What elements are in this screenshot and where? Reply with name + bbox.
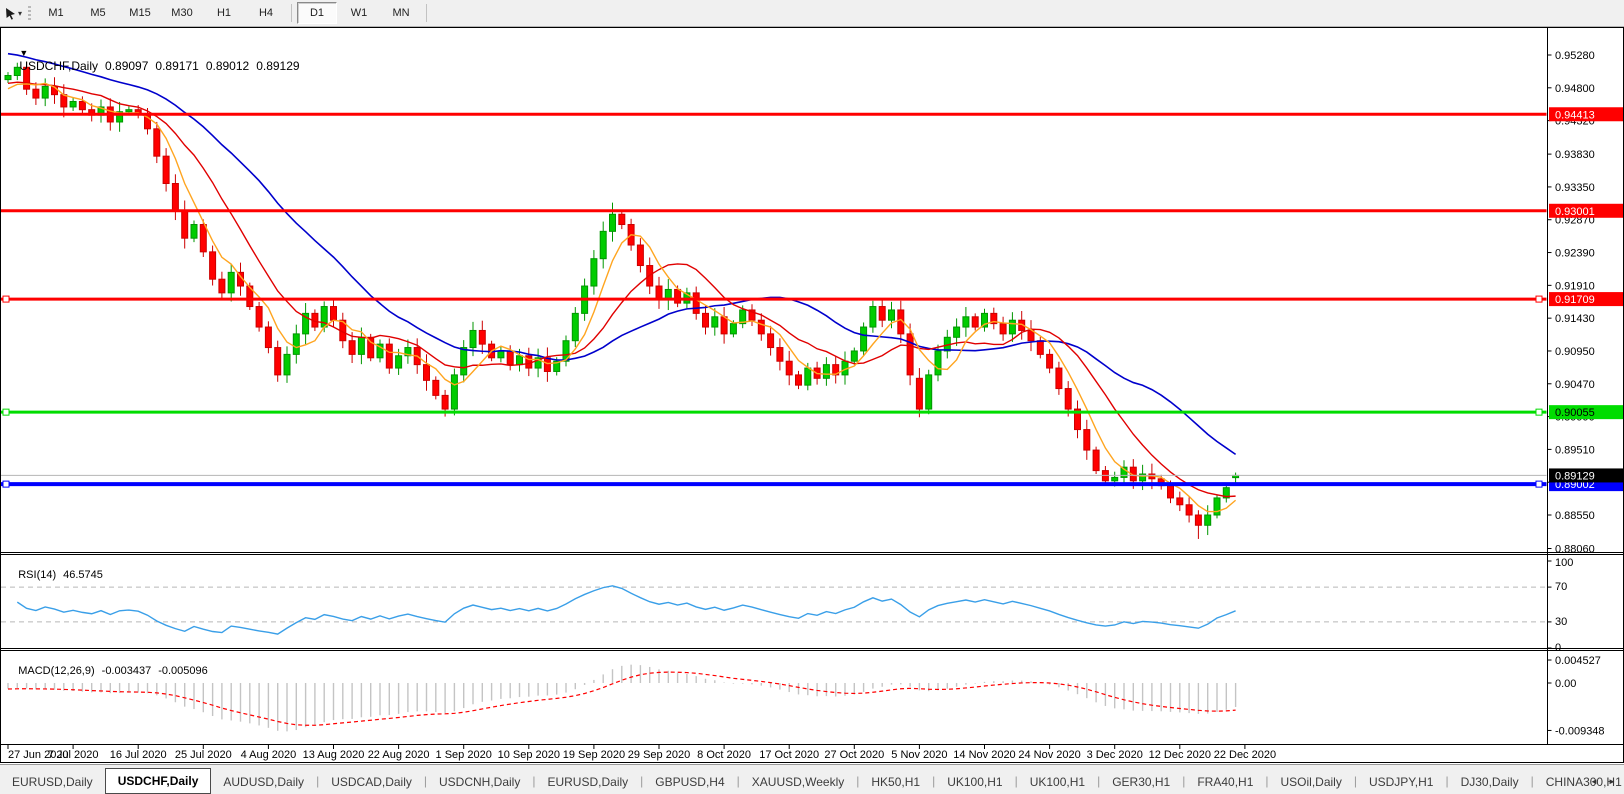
svg-text:0.93001: 0.93001 <box>1555 206 1595 218</box>
chart-tab-bar: EURUSD,DailyUSDCHF,DailyAUDUSD,Daily|USD… <box>0 764 1624 794</box>
ohlc-open: 0.89097 <box>105 59 148 73</box>
chart-tab-usdjpy-h1[interactable]: USDJPY,H1 <box>1357 771 1445 793</box>
hline-handle[interactable] <box>3 409 9 415</box>
svg-text:3 Dec 2020: 3 Dec 2020 <box>1087 749 1143 761</box>
chart-tab-audusd-daily[interactable]: AUDUSD,Daily <box>211 771 316 793</box>
svg-text:0.88060: 0.88060 <box>1555 544 1595 556</box>
chart-tab-dj30-daily[interactable]: DJ30,Daily <box>1449 771 1531 793</box>
svg-text:0.90950: 0.90950 <box>1555 346 1595 358</box>
chart-tab-uk100-h1[interactable]: UK100,H1 <box>1018 771 1097 793</box>
chart-svg[interactable]: 0.952800.948000.943200.938300.933500.928… <box>0 0 1624 794</box>
macd-name: MACD(12,26,9) <box>18 665 94 677</box>
tab-scroll-right-button[interactable]: ► <box>1604 773 1620 789</box>
svg-text:7 Jul 2020: 7 Jul 2020 <box>48 749 99 761</box>
hline-handle[interactable] <box>1536 409 1542 415</box>
rsi-indicator-label: RSI(14) 46.5745 <box>6 557 103 593</box>
svg-text:25 Jul 2020: 25 Jul 2020 <box>175 749 232 761</box>
svg-text:0.93830: 0.93830 <box>1555 149 1595 161</box>
svg-text:17 Oct 2020: 17 Oct 2020 <box>759 749 819 761</box>
chart-tab-gbpusd-h4[interactable]: GBPUSD,H4 <box>643 771 736 793</box>
rsi-value: 46.5745 <box>63 569 103 581</box>
svg-text:24 Nov 2020: 24 Nov 2020 <box>1018 749 1080 761</box>
svg-text:0.90470: 0.90470 <box>1555 379 1595 391</box>
svg-text:100: 100 <box>1555 557 1573 569</box>
svg-text:19 Sep 2020: 19 Sep 2020 <box>563 749 625 761</box>
tab-scroll-left-button[interactable]: ◄ <box>1586 773 1602 789</box>
chart-title-symbol: USDCHF,Daily <box>19 59 98 73</box>
svg-text:0: 0 <box>1555 642 1561 654</box>
scroll-left-icon: ◄ <box>1590 777 1598 786</box>
scroll-right-icon: ► <box>1608 777 1616 786</box>
mt4-window: ▾ M1M5M15M30H1H4D1W1MN 0.952800.948000.9… <box>0 0 1624 794</box>
svg-text:0.004527: 0.004527 <box>1555 655 1601 667</box>
ohlc-low: 0.89012 <box>206 59 249 73</box>
svg-text:0.91910: 0.91910 <box>1555 280 1595 292</box>
chart-tab-eurusd-daily[interactable]: EURUSD,Daily <box>535 771 640 793</box>
macd-signal-value: -0.005096 <box>158 665 208 677</box>
svg-text:70: 70 <box>1555 581 1567 593</box>
chart-tab-fra40-h1[interactable]: FRA40,H1 <box>1185 771 1265 793</box>
svg-text:0.88550: 0.88550 <box>1555 510 1595 522</box>
macd-value: -0.003437 <box>102 665 152 677</box>
svg-text:13 Aug 2020: 13 Aug 2020 <box>303 749 365 761</box>
svg-text:0.90055: 0.90055 <box>1555 407 1595 419</box>
hline-handle[interactable] <box>1536 296 1542 302</box>
chart-tab-xauusd-weekly[interactable]: XAUUSD,Weekly <box>740 771 856 793</box>
svg-text:0.94800: 0.94800 <box>1555 83 1595 95</box>
svg-text:30: 30 <box>1555 616 1567 628</box>
svg-text:1 Sep 2020: 1 Sep 2020 <box>436 749 492 761</box>
svg-text:29 Sep 2020: 29 Sep 2020 <box>628 749 690 761</box>
chart-tab-eurusd-daily[interactable]: EURUSD,Daily <box>0 771 105 793</box>
svg-text:0.92390: 0.92390 <box>1555 248 1595 260</box>
svg-text:5 Nov 2020: 5 Nov 2020 <box>891 749 947 761</box>
hline-handle[interactable] <box>1536 481 1542 487</box>
svg-text:8 Oct 2020: 8 Oct 2020 <box>697 749 751 761</box>
chart-tab-usoil-daily[interactable]: USOil,Daily <box>1269 771 1354 793</box>
chart-tab-usdchf-daily[interactable]: USDCHF,Daily <box>105 768 212 794</box>
svg-text:12 Dec 2020: 12 Dec 2020 <box>1149 749 1211 761</box>
macd-indicator-label: MACD(12,26,9) -0.003437 -0.005096 <box>6 653 208 689</box>
chart-tab-uk100-h1[interactable]: UK100,H1 <box>935 771 1014 793</box>
svg-text:10 Sep 2020: 10 Sep 2020 <box>498 749 560 761</box>
rsi-name: RSI(14) <box>18 569 56 581</box>
svg-text:0.89510: 0.89510 <box>1555 444 1595 456</box>
svg-text:0.91430: 0.91430 <box>1555 313 1595 325</box>
svg-text:22 Aug 2020: 22 Aug 2020 <box>368 749 430 761</box>
ohlc-close: 0.89129 <box>256 59 299 73</box>
hline-handle[interactable] <box>3 481 9 487</box>
chart-tab-ger30-h1[interactable]: GER30,H1 <box>1100 771 1182 793</box>
svg-text:0.89129: 0.89129 <box>1555 470 1595 482</box>
svg-text:0.94413: 0.94413 <box>1555 109 1595 121</box>
svg-text:0.95280: 0.95280 <box>1555 50 1595 62</box>
chart-tab-hk50-h1[interactable]: HK50,H1 <box>859 771 932 793</box>
hline-handle[interactable] <box>3 296 9 302</box>
chart-tab-usdcad-daily[interactable]: USDCAD,Daily <box>319 771 424 793</box>
ohlc-high: 0.89171 <box>155 59 198 73</box>
svg-text:0.91709: 0.91709 <box>1555 294 1595 306</box>
svg-text:16 Jul 2020: 16 Jul 2020 <box>110 749 167 761</box>
svg-text:4 Aug 2020: 4 Aug 2020 <box>241 749 297 761</box>
chart-tab-usdcnh-daily[interactable]: USDCNH,Daily <box>427 771 532 793</box>
svg-text:0.93350: 0.93350 <box>1555 182 1595 194</box>
chart-title: ▼ USDCHF,Daily 0.89097 0.89171 0.89012 0.891… <box>6 31 300 87</box>
svg-text:22 Dec 2020: 22 Dec 2020 <box>1214 749 1276 761</box>
svg-text:14 Nov 2020: 14 Nov 2020 <box>953 749 1015 761</box>
svg-text:-0.009348: -0.009348 <box>1555 725 1605 737</box>
svg-text:27 Oct 2020: 27 Oct 2020 <box>824 749 884 761</box>
svg-text:0.00: 0.00 <box>1555 678 1576 690</box>
chart-collapse-icon[interactable]: ▼ <box>19 48 28 58</box>
